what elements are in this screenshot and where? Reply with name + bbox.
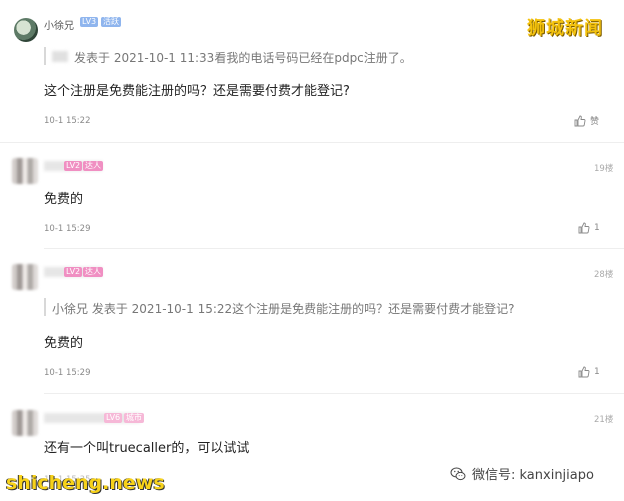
comment-body: 还有一个叫truecaller的，可以试试 <box>44 441 250 456</box>
wechat-id: 微信号: kanxinjiapo <box>472 468 594 483</box>
floor-number: 28楼 <box>594 270 614 280</box>
status-badge: 达人 <box>83 267 103 277</box>
like-button[interactable]: 1 <box>578 222 600 234</box>
thumbs-up-icon <box>578 366 590 378</box>
level-badge: LV2 <box>64 267 83 277</box>
wechat-watermark: 微信号: kanxinjiapo <box>450 464 594 483</box>
timestamp: 10-1 15:29 <box>44 368 91 378</box>
quote-content: 看我的电话号码已经在pdpc注册了。 <box>214 51 412 65</box>
like-button[interactable]: 赞 <box>574 114 599 127</box>
quote-prefix: 发表于 2021-10-1 11:33 <box>74 51 215 65</box>
level-badge: LV2 <box>64 161 83 171</box>
avatar[interactable] <box>12 410 38 436</box>
thumbs-up-icon <box>578 222 590 234</box>
floor-number: 21楼 <box>594 415 614 425</box>
username[interactable]: 小徐兄 <box>44 17 74 32</box>
avatar[interactable] <box>12 264 38 290</box>
quote-content: 这个注册是免费能注册的吗？还是需要付费才能登记? <box>232 302 515 316</box>
brand-watermark-top: 狮城新闻 <box>527 18 603 39</box>
thumbs-up-icon <box>574 115 586 126</box>
quote-bar <box>44 298 46 316</box>
level-badge: LV6 <box>104 413 123 423</box>
like-button[interactable]: 1 <box>578 366 600 378</box>
quote-text: 小徐兄 发表于 2021-10-1 15:22这个注册是免费能注册的吗？还是需要… <box>52 300 515 317</box>
avatar[interactable] <box>14 18 38 42</box>
status-badge: 达人 <box>83 161 103 171</box>
timestamp: 10-1 15:29 <box>44 224 91 234</box>
quote-user[interactable]: 小徐兄 <box>52 302 88 316</box>
quote-text: 发表于 2021-10-1 11:33看我的电话号码已经在pdpc注册了。 <box>74 49 412 66</box>
comment-body: 免费的 <box>44 192 84 207</box>
status-badge: 城市 <box>124 413 144 423</box>
divider <box>44 393 624 394</box>
level-badge: LV3 <box>80 17 99 27</box>
floor-number: 19楼 <box>594 164 614 174</box>
like-count: 1 <box>594 223 600 233</box>
comment-body: 这个注册是免费能注册的吗？还是需要付费才能登记? <box>44 84 350 99</box>
brand-watermark-bottom: shicheng.news <box>6 472 165 494</box>
avatar[interactable] <box>12 158 38 184</box>
wechat-icon <box>450 467 466 480</box>
like-count: 赞 <box>590 117 600 127</box>
comment-body: 免费的 <box>44 336 84 351</box>
quote-user-blurred <box>52 51 68 62</box>
like-count: 1 <box>594 367 600 377</box>
quote-bar <box>44 47 46 65</box>
status-badge: 活跃 <box>101 17 121 27</box>
timestamp: 10-1 15:22 <box>44 116 91 126</box>
quote-prefix: 发表于 2021-10-1 15:22 <box>91 302 233 316</box>
divider <box>44 248 624 249</box>
divider <box>0 142 624 143</box>
